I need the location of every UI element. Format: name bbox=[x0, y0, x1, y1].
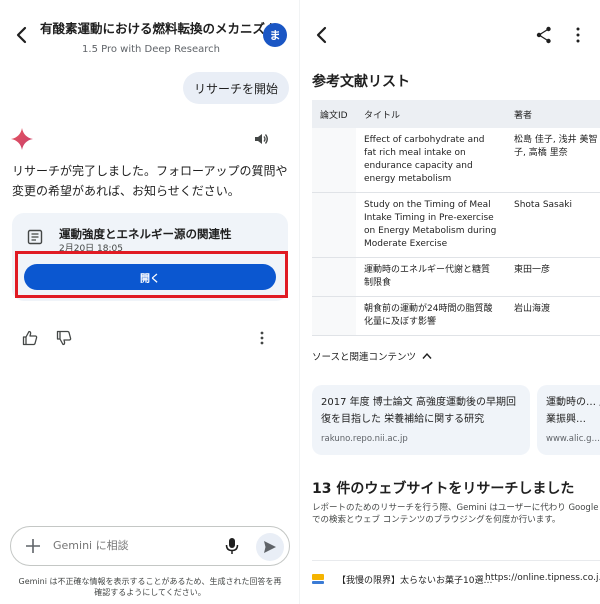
source-title: 運動時の… 産業振興… bbox=[546, 397, 600, 425]
report-panel: 参考文献リスト 論文ID タイトル 著者 Effect of carbohydr… bbox=[300, 0, 600, 604]
model-subtitle: 1.5 Pro with Deep Research bbox=[82, 44, 220, 55]
more-options-icon[interactable] bbox=[572, 26, 584, 44]
cell-author: Shota Sasaki bbox=[506, 192, 600, 258]
gemini-spark-icon bbox=[11, 128, 33, 150]
back-button[interactable] bbox=[10, 22, 32, 48]
document-icon bbox=[27, 229, 43, 245]
send-icon bbox=[264, 541, 276, 553]
table-row: Effect of carbohydrate and fat rich meal… bbox=[312, 128, 600, 193]
sources-heading: ソースと関連コンテンツ bbox=[312, 352, 417, 363]
avatar[interactable]: ま bbox=[263, 23, 287, 47]
back-arrow-icon bbox=[316, 26, 327, 44]
share-icon[interactable] bbox=[536, 26, 552, 44]
open-button[interactable]: 開く bbox=[24, 264, 276, 290]
doc-title: 運動強度とエネルギー源の関連性 bbox=[59, 227, 232, 241]
microphone-icon[interactable] bbox=[224, 537, 240, 555]
col-header-author: 著者 bbox=[506, 100, 600, 128]
websites-heading: 13 件のウェブサイトをリサーチしました bbox=[312, 481, 575, 497]
source-domain: rakuno.repo.nii.ac.jp bbox=[321, 434, 408, 444]
thumbs-up-icon[interactable] bbox=[22, 330, 38, 346]
table-header-row: 論文ID タイトル 著者 bbox=[312, 100, 600, 128]
cell-title: 運動時のエネルギー代謝と糖質制限食 bbox=[356, 257, 506, 297]
chevron-up-icon bbox=[422, 352, 432, 359]
references-table: 論文ID タイトル 著者 Effect of carbohydrate and … bbox=[312, 100, 600, 336]
chat-panel: 有酸素運動における燃料転換のメカニズム 1.5 Pro with Deep Re… bbox=[0, 0, 300, 604]
plus-icon[interactable] bbox=[24, 537, 42, 555]
site-title: 【我慢の限界】太らないお菓子10選… bbox=[337, 576, 493, 586]
user-message: リサーチを開始 bbox=[183, 72, 289, 104]
cell-title: 朝食前の運動が24時間の脂質酸化量に及ぼす影響 bbox=[356, 296, 506, 336]
sources-toggle[interactable]: ソースと関連コンテンツ bbox=[312, 349, 432, 363]
website-list-item[interactable]: 【我慢の限界】太らないお菓子10選… https://online.tipnes… bbox=[312, 572, 600, 586]
cell-author: 岩山海渡 bbox=[506, 296, 600, 336]
site-favicon-icon bbox=[312, 574, 324, 584]
disclaimer-text: Gemini は不正確な情報を表示することがあるため、生成された回答を再確認する… bbox=[18, 577, 282, 597]
prompt-input[interactable] bbox=[53, 539, 213, 552]
assistant-reply: リサーチが完了しました。フォローアップの質問や変更の希望があれば、お知らせくださ… bbox=[12, 164, 288, 198]
send-button[interactable] bbox=[256, 533, 284, 561]
chat-header: 有酸素運動における燃料転換のメカニズム 1.5 Pro with Deep Re… bbox=[40, 18, 278, 55]
table-row: 朝食前の運動が24時間の脂質酸化量に及ぼす影響 岩山海渡 bbox=[312, 296, 600, 336]
col-header-title: タイトル bbox=[356, 100, 506, 128]
speaker-icon[interactable] bbox=[253, 131, 269, 147]
source-card[interactable]: 2017 年度 博士論文 高強度運動後の早期回復を目指した 栄養補給に関する研究… bbox=[312, 385, 530, 455]
cell-title: Effect of carbohydrate and fat rich meal… bbox=[356, 128, 506, 193]
table-row: Study on the Timing of Meal Intake Timin… bbox=[312, 192, 600, 258]
more-options-icon[interactable] bbox=[256, 330, 268, 346]
cell-id bbox=[312, 257, 356, 297]
cell-author: 東田一彦 bbox=[506, 257, 600, 297]
col-header-id: 論文ID bbox=[312, 100, 356, 128]
site-url: https://online.tipness.co.j… bbox=[485, 573, 600, 583]
cell-id bbox=[312, 128, 356, 193]
references-heading: 参考文献リスト bbox=[312, 74, 410, 90]
websites-description: レポートのためのリサーチを行う際、Gemini はユーザーに代わり Google… bbox=[312, 503, 599, 525]
source-title: 2017 年度 博士論文 高強度運動後の早期回復を目指した 栄養補給に関する研究 bbox=[321, 397, 516, 425]
cell-id bbox=[312, 296, 356, 336]
source-card[interactable]: 運動時の… 産業振興… www.alic.g… bbox=[537, 385, 600, 455]
thumbs-down-icon[interactable] bbox=[56, 330, 72, 346]
report-back-button[interactable] bbox=[310, 22, 332, 48]
cell-id bbox=[312, 192, 356, 258]
divider bbox=[312, 560, 600, 561]
source-domain: www.alic.g… bbox=[546, 434, 600, 444]
prompt-input-bar bbox=[10, 526, 290, 566]
table-row: 運動時のエネルギー代謝と糖質制限食 東田一彦 bbox=[312, 257, 600, 297]
cell-title: Study on the Timing of Meal Intake Timin… bbox=[356, 192, 506, 258]
cell-author: 松島 佳子, 浅井 美智子, 高橋 里奈 bbox=[506, 128, 600, 193]
back-arrow-icon bbox=[16, 26, 27, 44]
chat-title: 有酸素運動における燃料転換のメカニズム bbox=[40, 21, 278, 36]
